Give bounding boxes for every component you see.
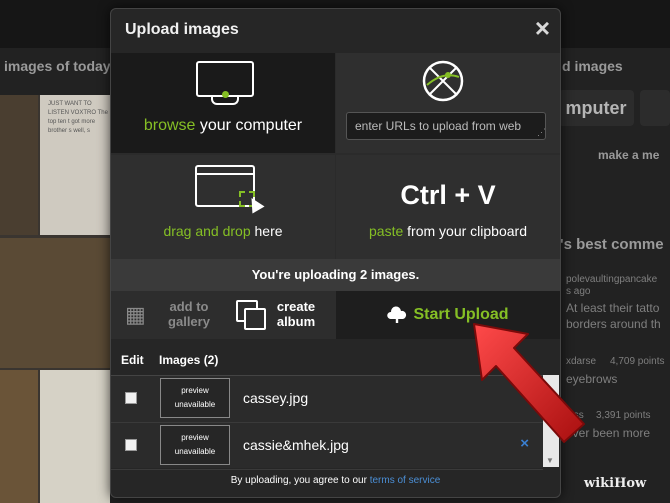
background-document-snippet: JUST WANT TO LISTEN VOXTRO The top ten t… <box>48 101 108 134</box>
add-to-gallery-label: add to gallery <box>168 299 210 329</box>
drag-drop-tile[interactable]: drag and drop here <box>111 155 335 259</box>
browse-label-accent: browse <box>143 117 196 134</box>
url-input[interactable]: enter URLs to upload from web <box>346 112 546 140</box>
images-column-header: Images (2) <box>159 353 219 367</box>
background-photo <box>0 370 38 503</box>
monitor-power-dot <box>222 91 229 98</box>
close-button[interactable]: × <box>535 15 550 41</box>
album-stack-icon <box>236 300 266 330</box>
background-make-link: make a me <box>598 148 660 162</box>
background-heading-left: images of today, <box>4 58 114 74</box>
preview-placeholder: preview unavailable <box>160 378 230 418</box>
edit-checkbox[interactable] <box>125 392 137 404</box>
upload-options-grid: browse your computer enter URLs to uploa… <box>111 53 560 259</box>
file-name: cassey.jpg <box>243 390 309 406</box>
background-computer-button: mputer <box>558 90 634 126</box>
preview-placeholder: preview unavailable <box>160 425 230 465</box>
terms-text: By uploading, you agree to our <box>230 475 370 486</box>
window-bar <box>197 173 253 175</box>
cloud-upload-icon <box>387 306 407 323</box>
ctrl-v-shortcut: Ctrl + V <box>400 180 496 210</box>
background-comment-user: polevaultingpancake <box>566 274 658 285</box>
edit-column-header: Edit <box>121 353 144 367</box>
album-icon-front <box>244 308 266 330</box>
wikihow-watermark: wikiHow <box>584 476 647 491</box>
red-pointer-arrow-icon <box>473 323 585 443</box>
browse-computer-tile[interactable]: browse your computer <box>111 53 335 153</box>
url-upload-tile: enter URLs to upload from web ⋰ <box>336 53 560 153</box>
background-button <box>640 90 670 126</box>
background-best-comments: 's best comme <box>560 236 664 253</box>
background-photo <box>0 95 38 235</box>
modal-title: Upload images <box>125 21 239 38</box>
browse-label: browse your computer <box>111 117 335 135</box>
resize-handle-icon: ⋰ <box>537 127 546 137</box>
background-comment-meta: 4,709 points <box>610 356 665 367</box>
create-album-button[interactable]: create album <box>228 291 335 339</box>
gallery-grid-icon: ▦ <box>125 302 146 327</box>
edit-checkbox[interactable] <box>125 439 137 451</box>
browse-label-rest: your computer <box>195 117 303 134</box>
upload-status: You're uploading 2 images. <box>111 259 560 291</box>
terms-of-service-link[interactable]: terms of service <box>370 475 441 486</box>
paste-label-rest: from your clipboard <box>403 223 527 239</box>
scroll-down-icon[interactable]: ▼ <box>546 456 554 465</box>
drag-label-accent: drag and drop <box>163 223 251 239</box>
globe-icon <box>422 60 464 102</box>
terms-footer: By uploading, you agree to our terms of … <box>111 475 560 486</box>
paste-label: paste from your clipboard <box>336 223 560 239</box>
background-photo <box>40 370 110 503</box>
create-album-label: create album <box>276 299 316 329</box>
background-photo <box>0 238 110 368</box>
drag-label-rest: here <box>250 223 283 239</box>
file-name: cassie&mhek.jpg <box>243 437 349 453</box>
background-comment-meta: 3,391 points <box>596 410 651 421</box>
drag-label: drag and drop here <box>111 223 335 239</box>
paste-label-accent: paste <box>369 223 404 239</box>
background-comment-meta: s ago <box>566 286 591 297</box>
add-to-gallery-button[interactable]: ▦ add to gallery <box>111 291 227 339</box>
paste-clipboard-tile[interactable]: Ctrl + V paste from your clipboard <box>336 155 560 259</box>
background-heading-right: d images <box>562 58 623 74</box>
